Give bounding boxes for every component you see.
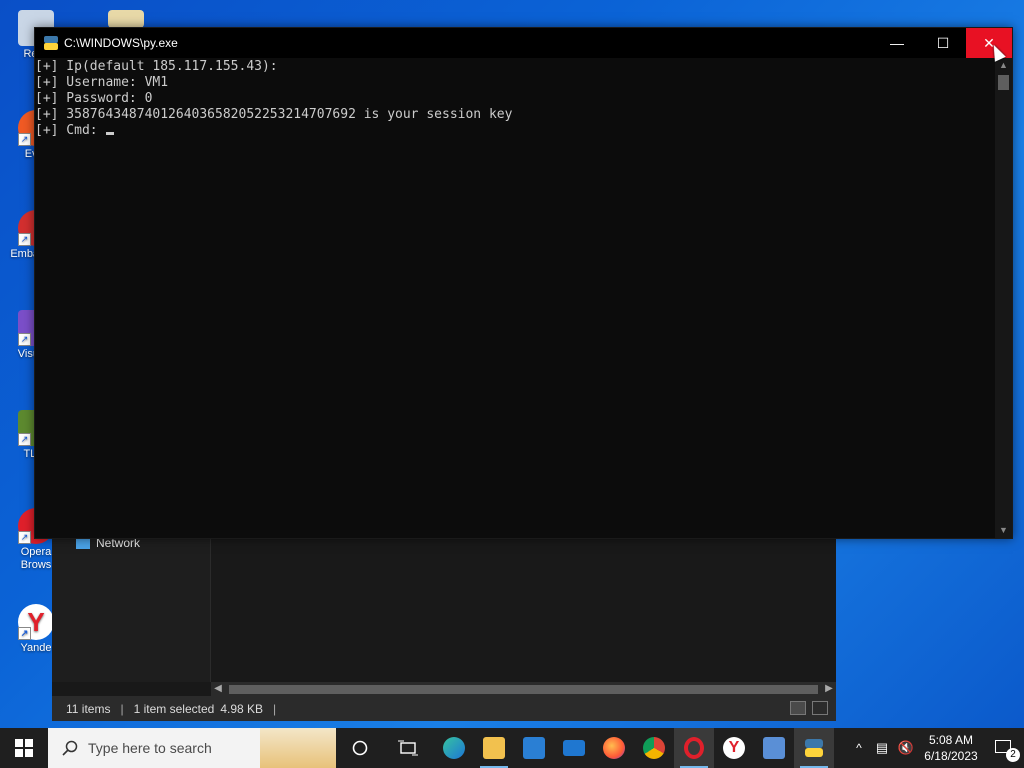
cortana-icon [352,740,368,756]
large-icons-view-icon[interactable] [812,701,828,715]
chrome-icon [643,737,665,759]
shortcut-arrow-icon: ↗ [18,233,31,246]
folder-icon [108,10,144,28]
task-view-button[interactable] [388,728,428,768]
search-highlight-image [260,728,336,768]
console-line: [+] Password: 0 [35,91,153,106]
shortcut-arrow-icon: ↗ [18,133,31,146]
horizontal-scrollbar[interactable]: ◀ ▶ [211,682,836,696]
title-bar[interactable]: C:\WINDOWS\py.exe — ☐ ✕ [35,28,1012,58]
yandex-icon: Y ↗ [18,604,54,640]
scroll-down-icon[interactable]: ▼ [995,523,1012,538]
console-line: [+] Username: VM1 [35,75,169,90]
show-hidden-icons-icon[interactable]: ^ [848,741,870,755]
taskbar-app-mail[interactable] [554,728,594,768]
minimize-button[interactable]: — [874,28,920,58]
console-prompt: [+] Cmd: [35,123,106,138]
start-button[interactable] [0,728,48,768]
firefox-icon [603,737,625,759]
notification-center-button[interactable]: 2 [984,728,1024,768]
volume-muted-icon[interactable]: 🔇 [894,740,918,756]
console-window: C:\WINDOWS\py.exe — ☐ ✕ [+] Ip(default 1… [34,27,1013,539]
mail-icon [563,740,585,756]
scroll-right-icon[interactable]: ▶ [822,682,836,696]
shortcut-arrow-icon: ↗ [18,531,31,544]
task-view-icon [398,740,418,756]
clock-time: 5:08 AM [928,733,974,747]
opera-icon [684,737,704,759]
edge-icon [443,737,465,759]
view-toggle [790,701,828,715]
python-icon [44,36,58,50]
taskbar-app-store[interactable] [514,728,554,768]
taskbar-app-firefox[interactable] [594,728,634,768]
details-view-icon[interactable] [790,701,806,715]
clock-date: 6/18/2023 [924,749,978,763]
cortana-button[interactable] [340,728,380,768]
scrollbar-thumb[interactable] [998,75,1009,90]
status-item-count: 11 items [66,701,111,716]
console-output[interactable]: [+] Ip(default 185.117.155.43): [+] User… [35,58,995,538]
taskbar-app-yandex[interactable]: Y [714,728,754,768]
yandex-icon: Y [723,737,745,759]
shortcut-arrow-icon: ↗ [18,333,31,346]
console-line: [+] Ip(default 185.117.155.43): [35,59,278,74]
close-button[interactable]: ✕ [966,28,1012,58]
status-bar: 11 items | 1 item selected 4.98 KB | [52,696,836,721]
taskbar-app-python[interactable] [794,728,834,768]
taskbar-app-file-explorer[interactable] [474,728,514,768]
console-line: [+] 358764348740126403658205225321470769… [35,107,513,122]
text-cursor [106,132,115,135]
taskbar-app-edge[interactable] [434,728,474,768]
shortcut-arrow-icon: ↗ [18,433,31,446]
taskbar-app-opera[interactable] [674,728,714,768]
network-icon [76,537,90,549]
search-placeholder: Type here to search [88,740,212,756]
vertical-scrollbar[interactable]: ▲ ▼ [995,58,1012,538]
navigation-pane: Network [52,536,211,682]
status-separator: | [273,701,277,716]
status-size: 4.98 KB [220,701,264,716]
taskbar-app-remote-desktop[interactable] [754,728,794,768]
window-title: C:\WINDOWS\py.exe [64,36,178,50]
clock[interactable]: 5:08 AM 6/18/2023 [918,732,984,764]
system-tray: ^ ▤ 🔇 5:08 AM 6/18/2023 2 [848,728,1024,768]
file-explorer-icon [483,737,505,759]
scroll-left-icon[interactable]: ◀ [211,682,225,696]
maximize-button[interactable]: ☐ [920,28,966,58]
scrollbar-thumb[interactable] [229,685,818,694]
taskbar: Type here to search Y ^ ▤ 🔇 5:08 AM 6/18… [0,728,1024,768]
file-explorer-window: Network ◀ ▶ 11 items | 1 item selected 4… [52,536,836,721]
notification-badge: 2 [1006,748,1020,762]
status-selected: 1 item selected [133,701,215,716]
windows-logo-icon [15,739,33,757]
console-prompt-line[interactable]: [+] Cmd: [35,123,995,139]
search-icon [62,740,78,756]
rdp-icon [763,737,785,759]
shortcut-arrow-icon: ↗ [18,627,31,640]
store-icon [523,737,545,759]
taskbar-app-chrome[interactable] [634,728,674,768]
status-separator: | [120,701,124,716]
python-icon [805,739,823,757]
search-box[interactable]: Type here to search [48,728,336,768]
file-list[interactable] [211,536,836,682]
network-status-icon[interactable]: ▤ [870,740,894,756]
